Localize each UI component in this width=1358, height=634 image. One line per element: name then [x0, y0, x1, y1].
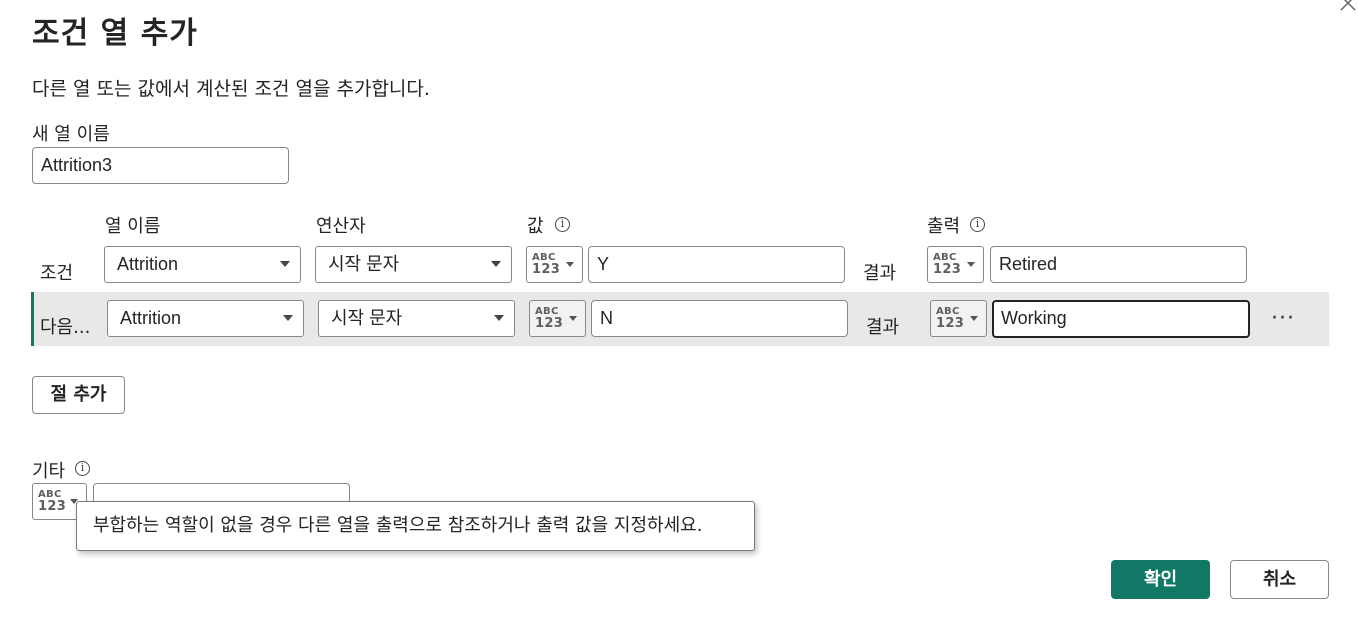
operator-header: 연산자	[316, 216, 366, 237]
chevron-down-icon	[967, 262, 975, 267]
column-name-dropdown[interactable]: Attrition	[104, 246, 301, 283]
output-type-button[interactable]: ABC 123	[930, 300, 987, 337]
value-type-button[interactable]: ABC 123	[526, 246, 583, 283]
output-type-button[interactable]: ABC 123	[927, 246, 984, 283]
chevron-down-icon	[283, 315, 293, 321]
chevron-down-icon	[569, 316, 577, 321]
chevron-down-icon	[494, 315, 504, 321]
cancel-button[interactable]: 취소	[1230, 560, 1329, 599]
add-clause-button[interactable]: 절 추가	[32, 376, 125, 414]
output-input[interactable]: Working	[992, 300, 1250, 338]
chevron-down-icon	[970, 316, 978, 321]
more-options-icon[interactable]: ···	[1271, 306, 1295, 331]
chevron-down-icon	[491, 261, 501, 267]
clause-label: 다음...	[40, 317, 91, 338]
value-input[interactable]: N	[591, 300, 848, 337]
value-info-icon[interactable]: i	[555, 217, 570, 232]
chevron-down-icon	[280, 261, 290, 267]
value-header: 값	[527, 216, 544, 237]
dialog-title: 조건 열 추가	[32, 16, 198, 51]
value-input[interactable]: Y	[588, 246, 845, 283]
operator-dropdown[interactable]: 시작 문자	[315, 246, 512, 283]
abc-123-type-icon: ABC 123	[933, 252, 962, 277]
output-header: 출력	[927, 216, 961, 237]
else-tooltip: 부합하는 역할이 없을 경우 다른 열을 출력으로 참조하거나 출력 값을 지정…	[76, 501, 755, 551]
dialog-description: 다른 열 또는 값에서 계산된 조건 열을 추가합니다.	[32, 78, 430, 100]
output-info-icon[interactable]: i	[970, 217, 985, 232]
abc-123-type-icon: ABC 123	[38, 489, 67, 514]
else-info-icon[interactable]: i	[75, 461, 90, 476]
else-label: 기타	[32, 461, 66, 482]
column-name-value: Attrition	[117, 254, 179, 274]
selected-row-indicator	[31, 292, 34, 346]
abc-123-type-icon: ABC 123	[532, 252, 561, 277]
operator-value: 시작 문자	[328, 254, 400, 274]
operator-value: 시작 문자	[331, 308, 403, 328]
ok-button[interactable]: 확인	[1111, 560, 1210, 599]
value-type-button[interactable]: ABC 123	[529, 300, 586, 337]
new-column-name-input[interactable]: Attrition3	[32, 147, 289, 184]
result-label: 결과	[866, 317, 900, 338]
abc-123-type-icon: ABC 123	[936, 306, 965, 331]
chevron-down-icon	[566, 262, 574, 267]
output-input[interactable]: Retired	[990, 246, 1247, 283]
clause-label: 조건	[40, 263, 74, 284]
column-name-header: 열 이름	[105, 216, 161, 237]
column-name-dropdown[interactable]: Attrition	[107, 300, 304, 337]
result-label: 결과	[863, 263, 897, 284]
new-column-name-label: 새 열 이름	[32, 124, 110, 145]
abc-123-type-icon: ABC 123	[535, 306, 564, 331]
close-icon[interactable]	[1336, 0, 1358, 18]
column-name-value: Attrition	[120, 308, 182, 328]
operator-dropdown[interactable]: 시작 문자	[318, 300, 515, 337]
